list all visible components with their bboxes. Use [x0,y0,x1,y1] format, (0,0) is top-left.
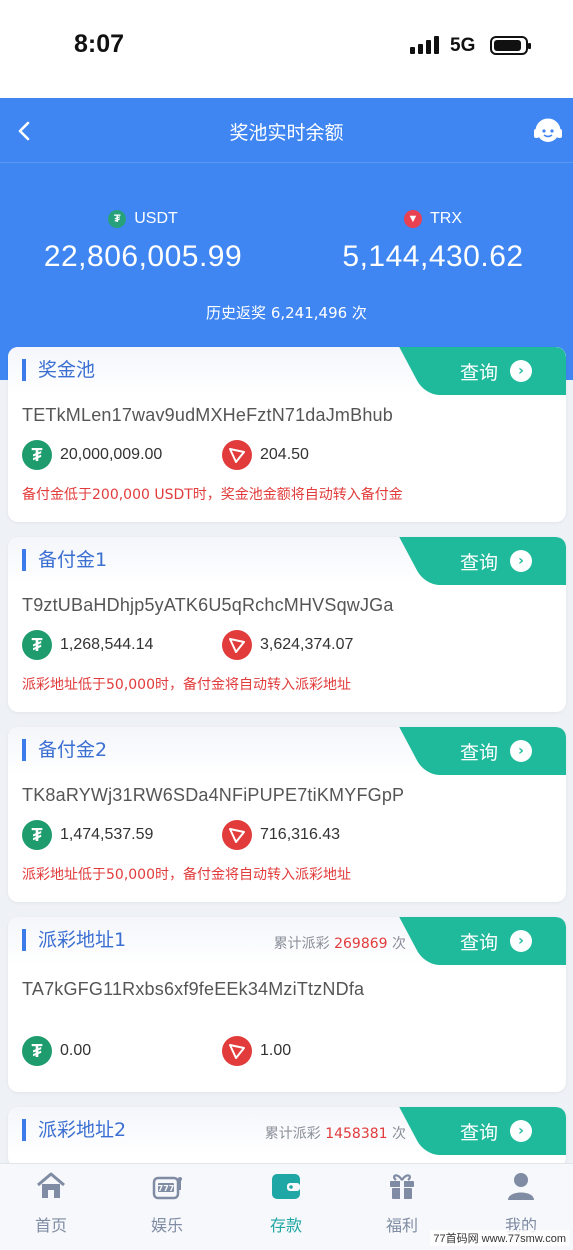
chevron-right-icon: › [510,740,532,762]
trx-balance: 1.00 [260,1042,292,1059]
usdt-balance: 20,000,009.00 [60,446,163,463]
chevron-right-icon: › [510,550,532,572]
trx-balance: 204.50 [260,446,309,463]
chevron-right-icon: › [510,930,532,952]
usdt-balance: 1,474,537.59 [60,826,154,843]
reserve-card-2: 备付金2 查询 › TK8aRYWj31RW6SDa4NFiPUPE7tiKMY… [8,727,566,902]
summary-header: 奖池实时余额 ₮ USDT 22,806,005.99 ▼ TRX 5,144,… [0,98,573,380]
usdt-icon: ₮ [22,630,52,660]
status-time: 8:07 [74,30,125,58]
query-button[interactable]: 查询 › [426,917,566,965]
payout-card-1: 派彩地址1 累计派彩 269869 次 查询 › TA7kGFG11Rxbs6x… [8,917,566,1092]
usdt-total: 22,806,005.99 [43,240,243,273]
home-icon [37,1172,65,1198]
trx-icon: ▼ [404,210,422,228]
payout-stat: 累计派彩 1458381 次 [264,1126,406,1142]
payout-card-2: 派彩地址2 累计派彩 1458381 次 查询 › [8,1107,566,1167]
query-label: 查询 [459,361,498,384]
tab-home[interactable]: 首页 [0,1170,108,1236]
card-title: 奖金池 [22,359,95,381]
battery-icon [490,36,531,55]
usdt-icon: ₮ [22,1036,52,1066]
user-icon [508,1173,534,1200]
pool-card: 奖金池 查询 › TETkMLen17wav9udMXHeFztN71daJmB… [8,347,566,522]
usdt-icon: ₮ [108,210,127,228]
payout-count: 1458381 [325,1126,388,1142]
wallet-address: T9ztUBaHDhjp5yATK6U5qRchcMHVSqwJGa [22,595,394,615]
status-bar: 8:07 5G [0,0,573,98]
query-label: 查询 [459,551,498,574]
query-button[interactable]: 查询 › [426,727,566,775]
chevron-right-icon: › [510,1120,532,1142]
tab-mine[interactable]: 我的 [464,1170,573,1236]
svg-text:777: 777 [158,1184,175,1193]
customer-service-button[interactable] [531,114,565,148]
query-label: 查询 [459,1121,498,1144]
trx-icon [222,1036,252,1066]
usdt-label: USDT [134,210,178,227]
trx-icon [222,820,252,850]
tab-label: 首页 [34,1216,67,1235]
trx-balance: 716,316.43 [260,826,341,843]
chevron-right-icon: › [510,360,532,382]
payout-stat: 累计派彩 269869 次 [273,936,406,952]
query-label: 查询 [459,931,498,954]
tab-label: 存款 [269,1216,302,1235]
payout-count: 269869 [334,936,388,952]
signal-icon [410,36,440,54]
wallet-address: TA7kGFG11Rxbs6xf9feEEk34MziTtzNDfa [22,979,365,999]
usdt-balance: 0.00 [60,1042,92,1059]
usdt-summary: ₮ USDT 22,806,005.99 [0,210,286,274]
network-label: 5G [450,35,476,56]
usdt-balance: 1,268,544.14 [60,636,154,653]
slot-machine-icon: 777 [152,1176,182,1200]
history-payout-count: 历史返奖 6,241,496 次 [206,304,367,322]
card-note: 派彩地址低于50,000时，备付金将自动转入派彩地址 [22,867,351,883]
tab-welfare[interactable]: 福利 [345,1170,459,1236]
query-button[interactable]: 查询 › [426,1107,566,1155]
gift-icon [390,1174,414,1199]
wallet-address: TK8aRYWj31RW6SDa4NFiPUPE7tiKMYFGpP [22,785,405,805]
query-button[interactable]: 查询 › [426,537,566,585]
trx-summary: ▼ TRX 5,144,430.62 [290,210,573,274]
card-title: 派彩地址1 [22,929,126,951]
trx-icon [222,630,252,660]
tab-label: 娱乐 [150,1216,183,1235]
card-note: 备付金低于200,000 USDT时，奖金池金额将自动转入备付金 [22,487,403,503]
trx-label: TRX [430,210,462,227]
card-title: 派彩地址2 [22,1119,126,1141]
card-title: 备付金2 [22,739,107,761]
usdt-icon: ₮ [22,820,52,850]
trx-total: 5,144,430.62 [342,240,524,273]
card-note: 派彩地址低于50,000时，备付金将自动转入派彩地址 [22,677,351,693]
usdt-icon: ₮ [22,440,52,470]
wallet-address: TETkMLen17wav9udMXHeFztN71daJmBhub [22,405,393,425]
card-title: 备付金1 [22,549,107,571]
query-button[interactable]: 查询 › [426,347,566,395]
headset-icon [534,118,562,142]
reserve-card-1: 备付金1 查询 › T9ztUBaHDhjp5yATK6U5qRchcMHVSq… [8,537,566,712]
watermark: 77首码网 www.77smw.com [430,1230,569,1246]
trx-balance: 3,624,374.07 [260,636,354,653]
tab-deposit[interactable]: 存款 [229,1170,343,1236]
page-title: 奖池实时余额 [229,122,344,144]
query-label: 查询 [459,741,498,764]
tab-entertainment[interactable]: 777 娱乐 [110,1170,224,1236]
wallet-icon [272,1174,300,1199]
trx-icon [222,440,252,470]
